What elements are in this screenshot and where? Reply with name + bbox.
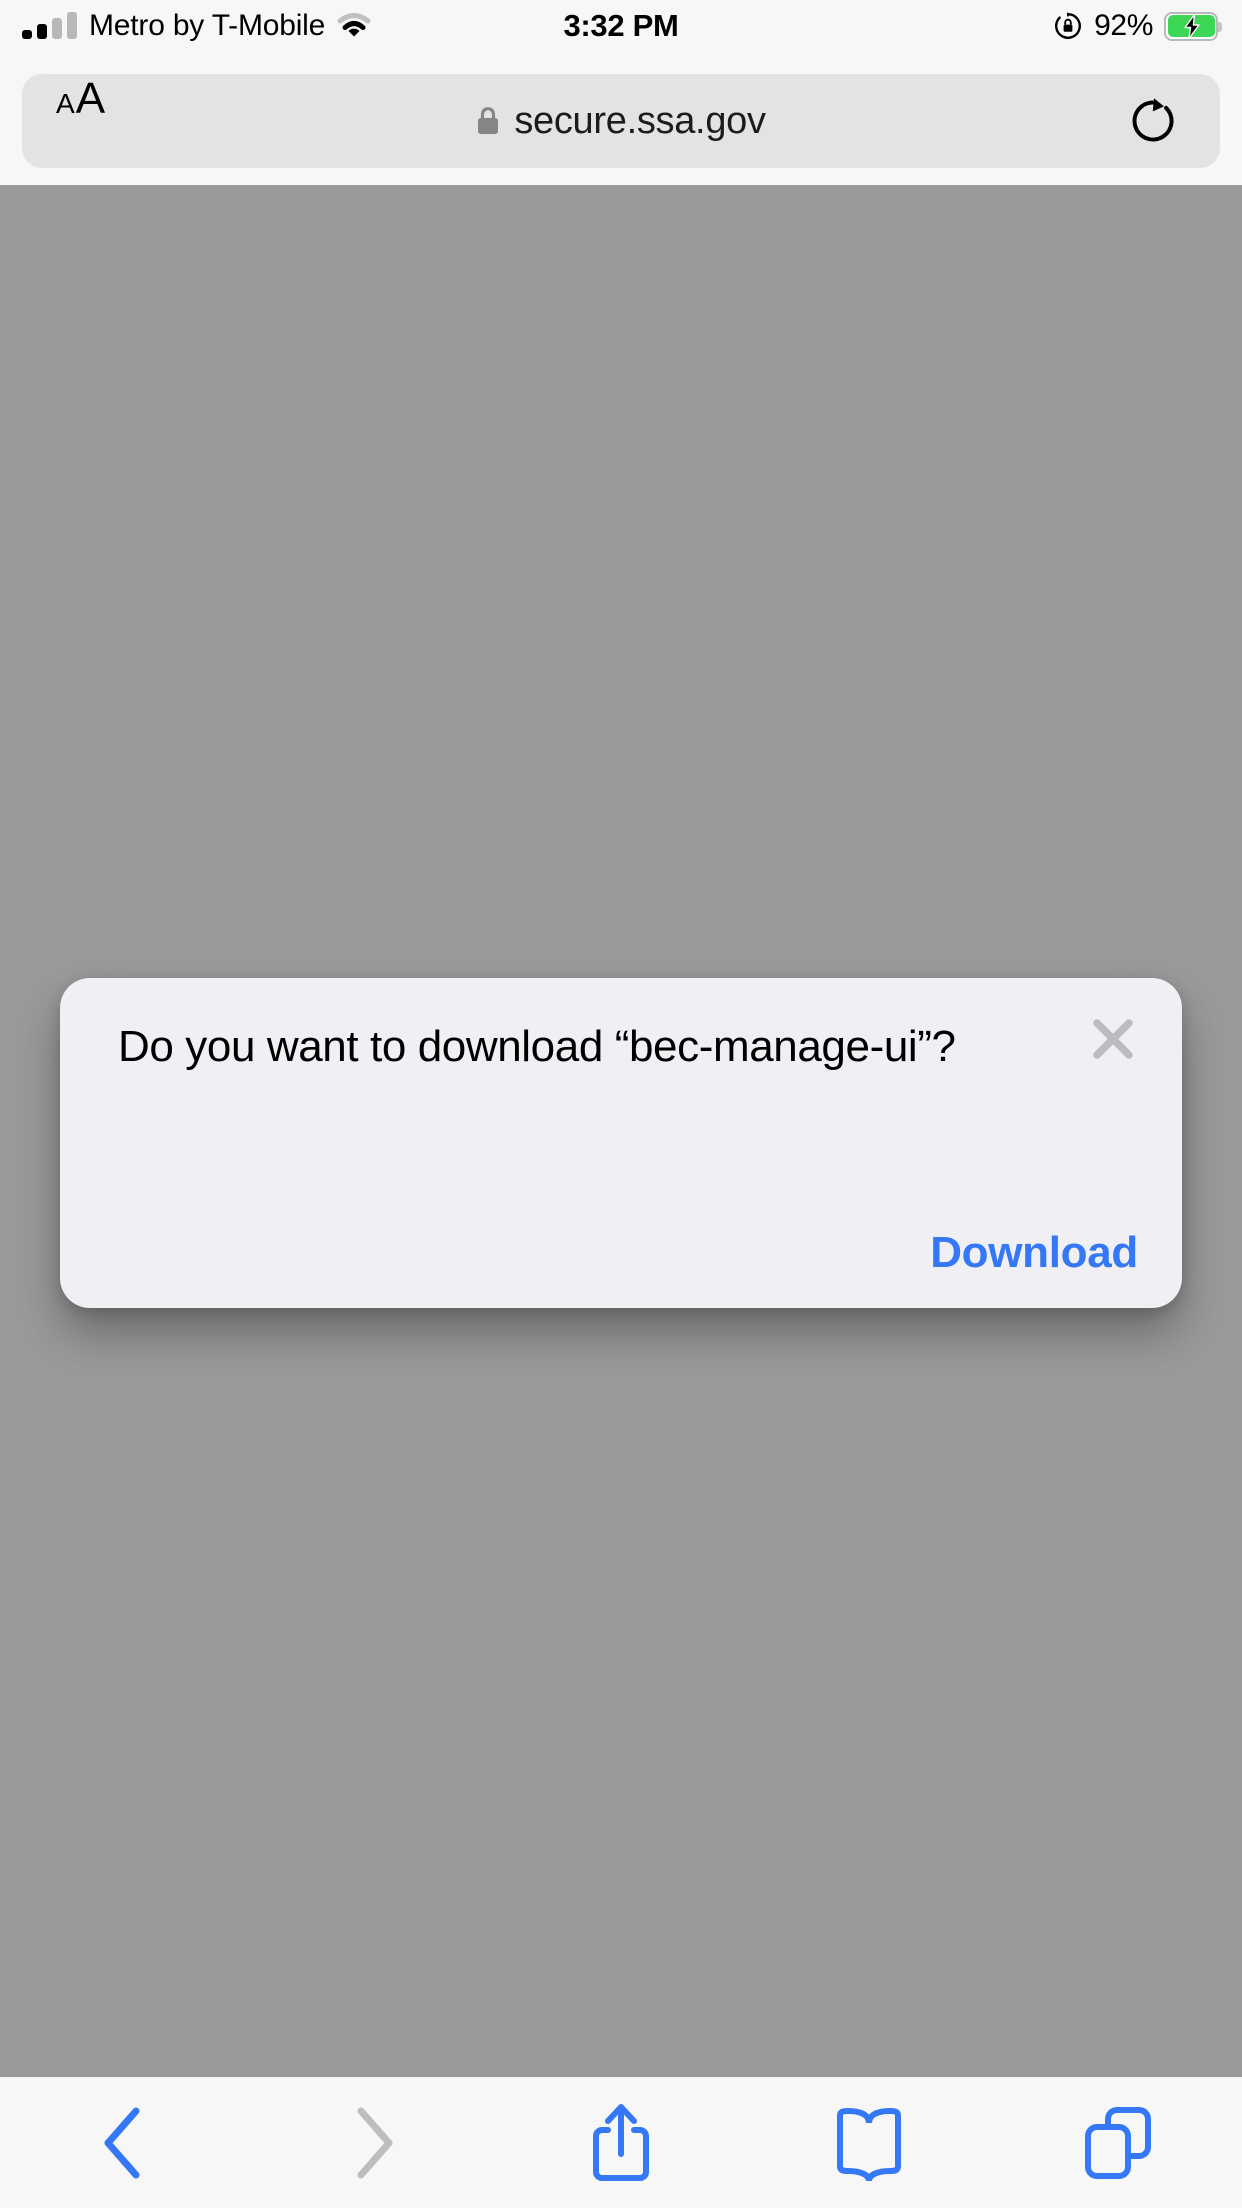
- close-icon[interactable]: [1076, 1002, 1150, 1076]
- download-confirmation-dialog: Do you want to download “bec-manage-ui”?…: [60, 978, 1182, 1308]
- tabs-button[interactable]: [1043, 2088, 1193, 2198]
- battery-percentage-label: 92%: [1094, 9, 1153, 42]
- address-bar[interactable]: A A secure.ssa.gov: [22, 74, 1220, 168]
- status-bar-right: 92%: [1053, 0, 1222, 52]
- dialog-message: Do you want to download “bec-manage-ui”?: [118, 1022, 956, 1071]
- battery-charging-icon: [1164, 11, 1222, 41]
- browser-bottom-toolbar: [0, 2077, 1242, 2208]
- address-bar-content[interactable]: secure.ssa.gov: [22, 74, 1220, 168]
- back-button[interactable]: [49, 2088, 199, 2198]
- rotation-lock-icon: [1053, 11, 1083, 41]
- lock-icon: [476, 106, 500, 136]
- status-bar: Metro by T-Mobile 3:32 PM 92%: [0, 0, 1242, 52]
- reload-icon[interactable]: [1128, 96, 1178, 146]
- browser-top-chrome: Metro by T-Mobile 3:32 PM 92% A A secure…: [0, 0, 1242, 185]
- download-button[interactable]: Download: [930, 1228, 1138, 1278]
- url-label: secure.ssa.gov: [514, 99, 766, 142]
- forward-button[interactable]: [298, 2088, 448, 2198]
- safari-screen: Metro by T-Mobile 3:32 PM 92% A A secure…: [0, 0, 1242, 2208]
- share-button[interactable]: [546, 2088, 696, 2198]
- bookmarks-button[interactable]: [794, 2088, 944, 2198]
